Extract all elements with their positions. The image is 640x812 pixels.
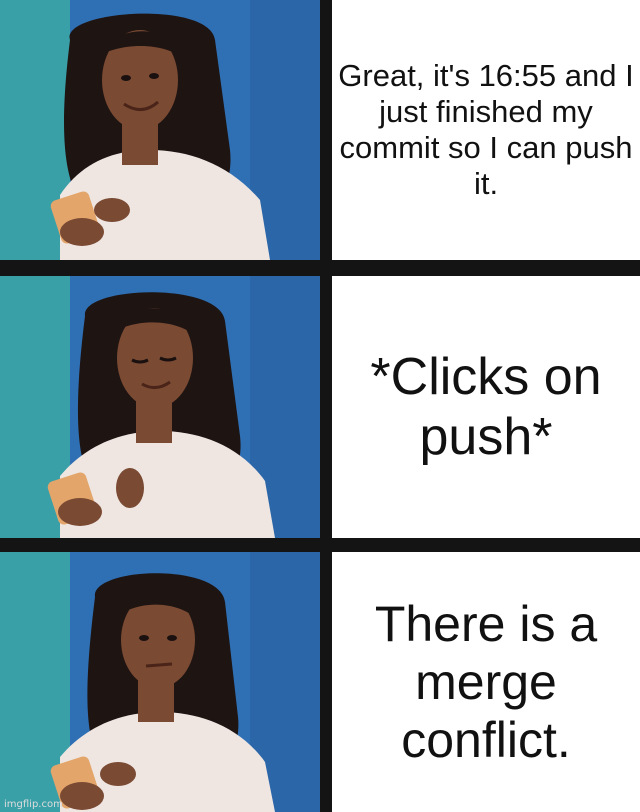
meme-image: Great, it's 16:55 and I just finished my… <box>0 0 640 812</box>
panel-1-caption: Great, it's 16:55 and I just finished my… <box>338 58 634 201</box>
panel-3-caption: There is a merge conflict. <box>374 596 598 768</box>
panel-2-photo <box>0 276 320 538</box>
panel-3: There is a merge conflict. <box>0 552 640 812</box>
panel-3-caption-box: There is a merge conflict. <box>332 552 640 812</box>
panel-1: Great, it's 16:55 and I just finished my… <box>0 0 640 260</box>
panel-2: *Clicks on push* <box>0 276 640 538</box>
imgflip-watermark: imgflip.com <box>4 799 63 810</box>
panel-2-caption-box: *Clicks on push* <box>332 276 640 538</box>
panel-2-caption: *Clicks on push* <box>370 348 602 466</box>
panel-1-caption-box: Great, it's 16:55 and I just finished my… <box>332 0 640 260</box>
panel-1-photo <box>0 0 320 260</box>
woman-skeptical-with-phone <box>0 552 320 812</box>
panel-3-photo <box>0 552 320 812</box>
woman-looking-at-phone <box>0 276 320 538</box>
woman-smiling-with-phone <box>0 0 320 260</box>
